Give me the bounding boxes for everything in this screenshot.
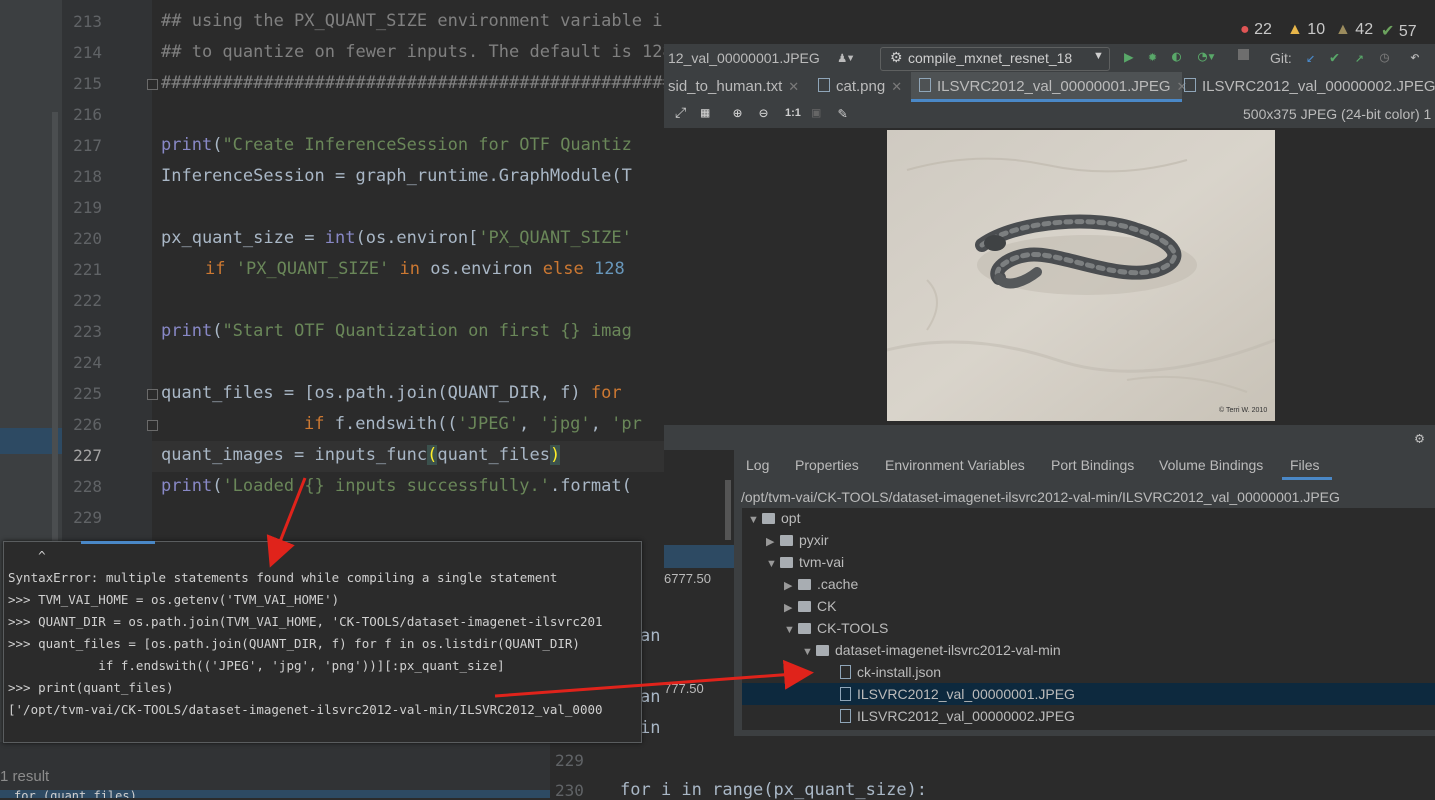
annotation-arrows — [266, 477, 814, 698]
annotation-arrow-file — [494, 659, 814, 698]
annotation-arrow-code — [266, 477, 307, 568]
